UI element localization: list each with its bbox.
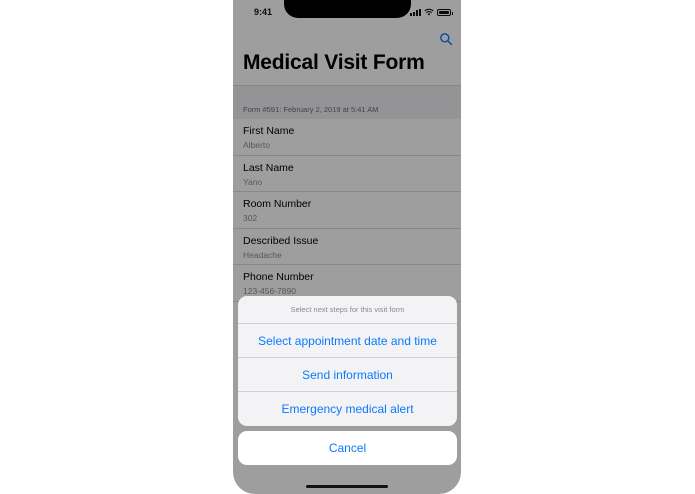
phone-screen: 9:41 Medical Visit Form Form #591: Febru… xyxy=(233,0,461,494)
cancel-button[interactable]: Cancel xyxy=(238,431,457,465)
select-appointment-button[interactable]: Select appointment date and time xyxy=(238,324,457,358)
home-indicator[interactable] xyxy=(306,485,388,488)
emergency-alert-button[interactable]: Emergency medical alert xyxy=(238,392,457,426)
action-sheet: Select next steps for this visit form Se… xyxy=(238,296,457,426)
send-information-button[interactable]: Send information xyxy=(238,358,457,392)
action-sheet-title: Select next steps for this visit form xyxy=(238,296,457,324)
